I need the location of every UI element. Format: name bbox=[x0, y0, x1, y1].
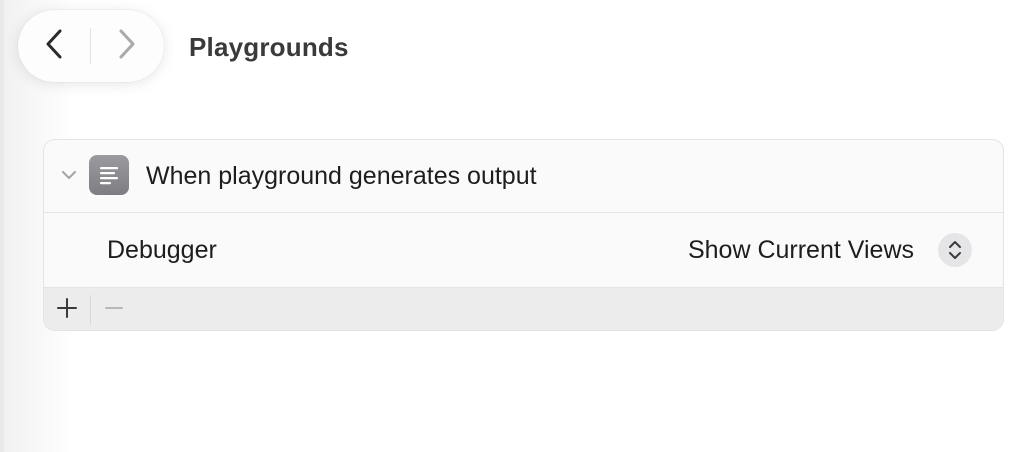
chevron-down-icon bbox=[61, 167, 77, 185]
chevron-left-icon bbox=[43, 28, 65, 65]
debugger-popup-button[interactable]: Show Current Views bbox=[688, 233, 972, 267]
remove-button[interactable] bbox=[91, 288, 137, 330]
page-title: Playgrounds bbox=[189, 32, 349, 62]
navigation-controls bbox=[18, 10, 164, 82]
behavior-row: Debugger Show Current Views bbox=[44, 213, 1003, 288]
behavior-group-header[interactable]: When playground generates output bbox=[44, 140, 1003, 213]
add-button[interactable] bbox=[44, 288, 90, 330]
forward-button[interactable] bbox=[91, 10, 163, 82]
up-down-chevrons-icon bbox=[938, 233, 972, 267]
text-lines-icon bbox=[89, 155, 129, 195]
minus-icon bbox=[103, 297, 125, 324]
behavior-group-footer bbox=[44, 288, 1003, 330]
popup-value: Show Current Views bbox=[687, 236, 914, 264]
behavior-group-title: When playground generates output bbox=[146, 162, 537, 190]
plus-icon bbox=[56, 297, 78, 324]
chevron-right-icon bbox=[116, 28, 138, 65]
row-label: Debugger bbox=[107, 236, 217, 264]
back-button[interactable] bbox=[18, 10, 90, 82]
behavior-group-card: When playground generates output Debugge… bbox=[43, 139, 1004, 331]
disclosure-triangle[interactable] bbox=[60, 168, 78, 184]
